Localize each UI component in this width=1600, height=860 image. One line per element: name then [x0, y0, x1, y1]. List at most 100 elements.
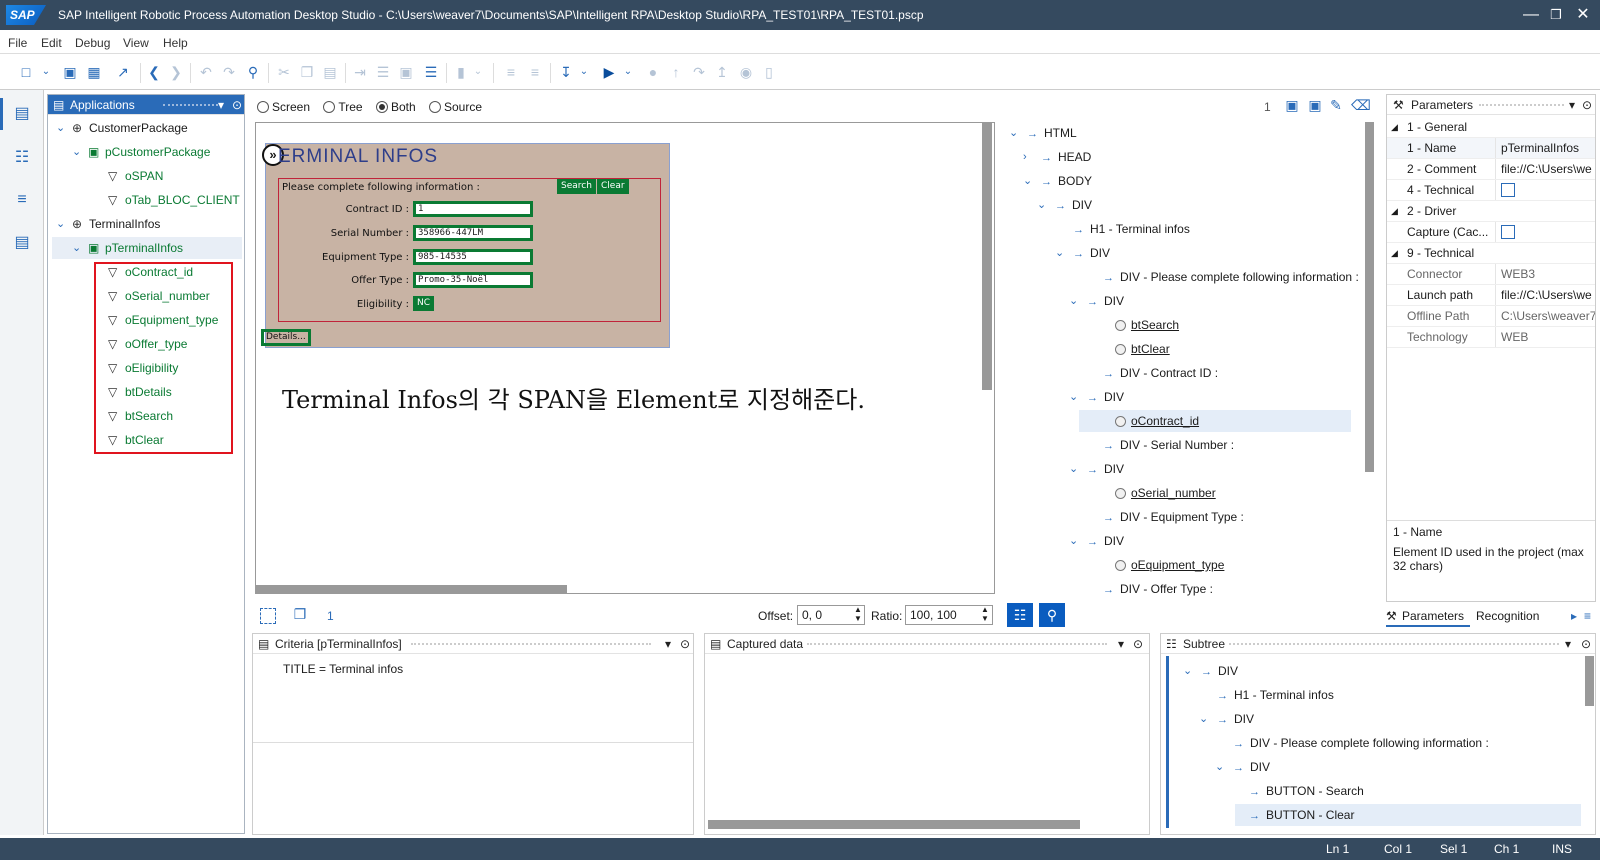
menu-view[interactable]: View [123, 36, 149, 50]
menu-debug[interactable]: Debug [75, 36, 110, 50]
hierarchy-icon[interactable]: ☰ [375, 64, 391, 80]
cut-icon[interactable]: ✂ [276, 64, 292, 80]
chevron-down-icon[interactable]: ⌄ [1069, 386, 1078, 408]
dom-node-item[interactable]: ⌄ → DIV [1003, 290, 1343, 312]
copy-icon[interactable]: ❐ [299, 64, 315, 80]
radio-source[interactable]: Source [428, 100, 482, 114]
chevron-down-icon[interactable]: ▾ [1569, 95, 1575, 115]
dom-element-item[interactable]: oEquipment_type [1003, 554, 1343, 576]
explorer-icon[interactable]: ▤ [12, 104, 32, 124]
dom-element-item[interactable]: oContract_id [1003, 410, 1351, 432]
app-tree-item[interactable]: ⌄ ⊕ TerminalInfos [52, 213, 242, 235]
subtree-item[interactable]: → BUTTON - Search [1171, 780, 1571, 802]
step-into-icon[interactable]: ↷ [691, 64, 707, 80]
radio-screen[interactable]: Screen [257, 100, 310, 114]
next-tab-icon[interactable]: ▸ [1571, 609, 1577, 623]
captured-scrollbar[interactable] [708, 820, 1080, 829]
menu-help[interactable]: Help [163, 36, 188, 50]
param-row[interactable]: 1 - Name pTerminalInfos [1387, 138, 1595, 159]
restore-icon[interactable]: ❐ [1545, 4, 1567, 26]
stop-icon[interactable]: ◉ [738, 64, 754, 80]
dom-node-item[interactable]: ⌄ → BODY [1003, 170, 1343, 192]
collapse-icon[interactable]: ◢ [1391, 243, 1398, 263]
chevron-down-icon[interactable]: ⌄ [1055, 242, 1064, 264]
param-checkbox[interactable] [1501, 183, 1515, 197]
subtree-item[interactable]: → BUTTON - Clear [1171, 804, 1581, 826]
param-row[interactable]: Capture (Cac... [1387, 222, 1595, 243]
breakpoint-icon[interactable]: ● [645, 64, 661, 80]
chevron-down-icon[interactable]: ▾ [1118, 634, 1124, 654]
param-group[interactable]: ◢ 2 - Driver [1387, 201, 1595, 222]
param-row[interactable]: 2 - Comment file://C:\Users\we [1387, 159, 1595, 180]
radio-tree[interactable]: Tree [323, 100, 363, 114]
pin-icon[interactable]: ⊙ [1133, 634, 1143, 654]
steps-icon[interactable]: ≡ [12, 190, 32, 210]
step-over-icon[interactable]: ↑ [668, 64, 684, 80]
close-icon[interactable]: ✕ [1572, 4, 1594, 26]
offer-type-input[interactable]: Promo-35-Noël [413, 272, 533, 288]
download-icon[interactable]: ↧ [558, 64, 574, 80]
pin-icon[interactable]: ⊙ [1582, 95, 1592, 115]
inspect-button-icon[interactable]: ⚲ [1039, 603, 1065, 627]
bookmark-icon[interactable]: ▮ [453, 64, 469, 80]
dom-node-item[interactable]: → H1 - Terminal infos [1003, 218, 1343, 240]
back-icon[interactable]: ❮ [146, 64, 162, 80]
equipment-type-input[interactable]: 985-14535 [413, 249, 533, 265]
chevron-down-icon[interactable]: ⌄ [1023, 170, 1032, 192]
criteria-line[interactable]: TITLE = Terminal infos [283, 662, 403, 676]
dom-node-item[interactable]: ⌄ → DIV [1003, 242, 1343, 264]
chevron-down-icon[interactable]: ⌄ [1069, 458, 1078, 480]
subtree-item[interactable]: ⌄ → DIV [1171, 756, 1571, 778]
chevron-down-icon[interactable]: ▾ [1565, 634, 1571, 654]
subtree-item[interactable]: → H1 - Terminal infos [1171, 684, 1571, 706]
app-tree-item[interactable]: ▽ oTab_BLOC_CLIENT [52, 189, 242, 211]
chevron-down-icon[interactable]: ⌄ [1069, 530, 1078, 552]
dom-node-item[interactable]: ⌄ → DIV [1003, 458, 1343, 480]
contract-id-input[interactable]: 1 [413, 201, 533, 217]
param-group[interactable]: ◢ 1 - General [1387, 117, 1595, 138]
collapse-icon[interactable]: ◢ [1391, 201, 1398, 221]
param-row[interactable]: 4 - Technical [1387, 180, 1595, 201]
param-row[interactable]: Launch path file://C:\Users\we [1387, 285, 1595, 306]
chevron-down-icon[interactable]: ⌄ [72, 237, 84, 259]
param-value[interactable]: file://C:\Users\we [1501, 162, 1592, 176]
param-value[interactable]: pTerminalInfos [1501, 141, 1579, 155]
dom-node-item[interactable]: ⌄ → DIV [1003, 530, 1343, 552]
dom-node-item[interactable]: ⌄ → DIV [1003, 194, 1343, 216]
serial-number-input[interactable]: 358966-447LM [413, 225, 533, 241]
copy-icon[interactable]: ❐ [292, 606, 308, 622]
run-icon[interactable]: ▶ [601, 64, 617, 80]
app-tree-item[interactable]: ▽ oSPAN [52, 165, 242, 187]
paste-icon[interactable]: ▤ [322, 64, 338, 80]
chevron-down-icon[interactable]: ▾ [218, 95, 224, 115]
chevron-down-icon[interactable]: ⌄ [576, 64, 592, 80]
dom-node-item[interactable]: ⌄ → HTML [1003, 122, 1343, 144]
subtree-item[interactable]: ⌄ → DIV [1171, 708, 1571, 730]
indent-icon[interactable]: ⇥ [352, 64, 368, 80]
menu-file[interactable]: File [8, 36, 27, 50]
subtree-item[interactable]: → DIV - Please complete following informa… [1171, 732, 1571, 754]
tab-menu-icon[interactable]: ≡ [1584, 609, 1591, 623]
tab-recognition[interactable]: Recognition [1476, 609, 1556, 623]
pin-icon[interactable]: ⊙ [232, 95, 242, 115]
pin-icon[interactable]: ⊙ [680, 634, 690, 654]
chevron-down-icon[interactable]: ▾ [665, 634, 671, 654]
delete-icon[interactable]: ⌫ [1351, 97, 1371, 113]
clear-button[interactable]: Clear [597, 179, 629, 194]
hierarchy-button-icon[interactable]: ☷ [1007, 603, 1033, 627]
param-row[interactable]: Technology WEB [1387, 327, 1595, 348]
dom-node-item[interactable]: → DIV - Offer Type : [1003, 578, 1343, 600]
dom-element-item[interactable]: oSerial_number [1003, 482, 1343, 504]
param-value[interactable]: WEB3 [1501, 267, 1535, 281]
chevron-down-icon[interactable]: ⌄ [1183, 660, 1192, 682]
ratio-spinner-icon[interactable]: ▲ ▼ [981, 605, 989, 623]
chevron-down-icon[interactable]: ⌄ [1199, 708, 1208, 730]
collapse-icon[interactable]: ◢ [1391, 117, 1398, 137]
dom-tree-scrollbar[interactable] [1365, 122, 1374, 472]
search-button[interactable]: Search [557, 179, 596, 194]
chevron-down-icon[interactable]: ⌄ [620, 64, 636, 80]
param-value[interactable]: C:\Users\weaver7 [1501, 309, 1595, 323]
dom-node-item[interactable]: → DIV - Serial Number : [1003, 434, 1343, 456]
dom-node-item[interactable]: → DIV - Contract ID : [1003, 362, 1343, 384]
chevron-down-icon[interactable]: ⌄ [1037, 194, 1046, 216]
